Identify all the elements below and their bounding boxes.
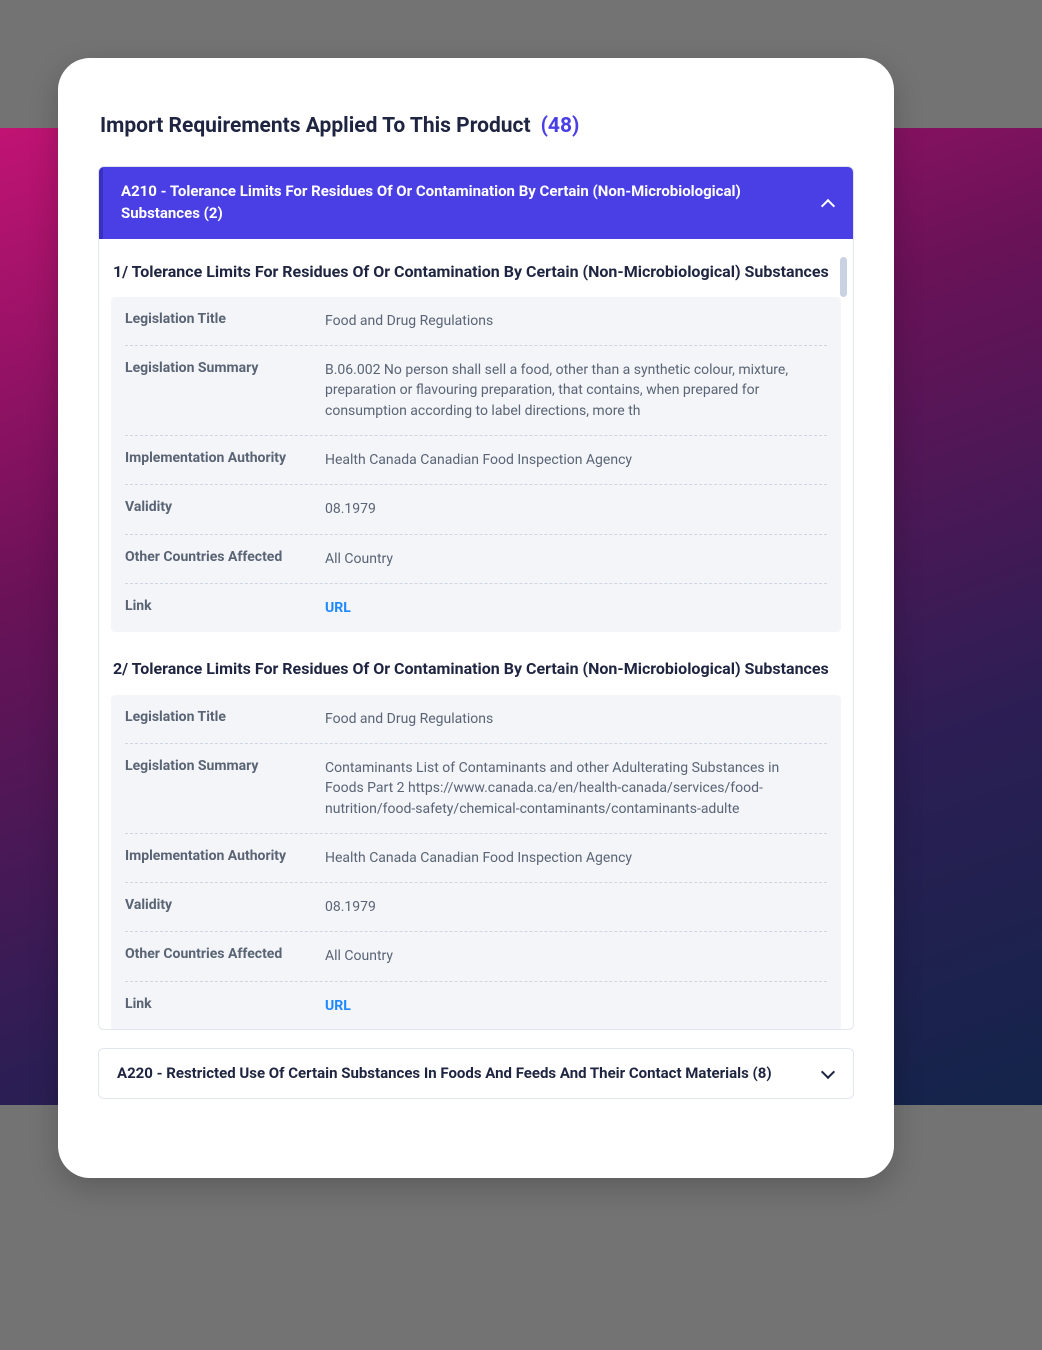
detail-row-other-countries: Other Countries Affected All Country bbox=[125, 932, 827, 981]
dialog-title-row: Import Requirements Applied To This Prod… bbox=[98, 114, 854, 138]
detail-value: URL bbox=[325, 598, 827, 618]
requirement-item-title: 2/ Tolerance Limits For Residues Of Or C… bbox=[111, 652, 841, 694]
detail-row-legislation-title: Legislation Title Food and Drug Regulati… bbox=[125, 297, 827, 346]
detail-label: Legislation Title bbox=[125, 311, 325, 331]
detail-value: Food and Drug Regulations bbox=[325, 311, 827, 331]
detail-row-legislation-title: Legislation Title Food and Drug Regulati… bbox=[125, 695, 827, 744]
detail-row-legislation-summary: Legislation Summary Contaminants List of… bbox=[125, 744, 827, 834]
detail-value: URL bbox=[325, 996, 827, 1016]
requirement-item: 2/ Tolerance Limits For Residues Of Or C… bbox=[99, 636, 853, 1028]
detail-value: All Country bbox=[325, 946, 827, 966]
detail-label: Implementation Authority bbox=[125, 450, 325, 470]
requirement-count-badge: (48) bbox=[541, 114, 580, 138]
accordion-panel-a220: A220 - Restricted Use Of Certain Substan… bbox=[98, 1048, 854, 1100]
detail-row-link: Link URL bbox=[125, 982, 827, 1029]
detail-label: Link bbox=[125, 996, 325, 1016]
detail-row-validity: Validity 08.1979 bbox=[125, 485, 827, 534]
detail-row-link: Link URL bbox=[125, 584, 827, 632]
detail-row-implementation-authority: Implementation Authority Health Canada C… bbox=[125, 436, 827, 485]
detail-row-validity: Validity 08.1979 bbox=[125, 883, 827, 932]
detail-table: Legislation Title Food and Drug Regulati… bbox=[111, 695, 841, 1029]
detail-value: Health Canada Canadian Food Inspection A… bbox=[325, 450, 827, 470]
detail-label: Validity bbox=[125, 897, 325, 917]
detail-label: Other Countries Affected bbox=[125, 549, 325, 569]
url-link[interactable]: URL bbox=[325, 600, 351, 616]
accordion-header-a220[interactable]: A220 - Restricted Use Of Certain Substan… bbox=[99, 1049, 853, 1099]
detail-label: Link bbox=[125, 598, 325, 618]
requirement-item-title: 1/ Tolerance Limits For Residues Of Or C… bbox=[111, 255, 841, 297]
chevron-down-icon bbox=[821, 1066, 835, 1080]
accordion-header-label: A220 - Restricted Use Of Certain Substan… bbox=[117, 1063, 772, 1085]
detail-label: Legislation Title bbox=[125, 709, 325, 729]
requirement-item: 1/ Tolerance Limits For Residues Of Or C… bbox=[99, 239, 853, 637]
detail-label: Implementation Authority bbox=[125, 848, 325, 868]
detail-value: All Country bbox=[325, 549, 827, 569]
detail-value: Food and Drug Regulations bbox=[325, 709, 827, 729]
accordion-panel-a210: A210 - Tolerance Limits For Residues Of … bbox=[98, 166, 854, 1030]
detail-label: Validity bbox=[125, 499, 325, 519]
detail-value: Health Canada Canadian Food Inspection A… bbox=[325, 848, 827, 868]
detail-row-implementation-authority: Implementation Authority Health Canada C… bbox=[125, 834, 827, 883]
detail-label: Legislation Summary bbox=[125, 758, 325, 819]
page-backdrop: Import Requirements Applied To This Prod… bbox=[0, 0, 1042, 1350]
dialog-title: Import Requirements Applied To This Prod… bbox=[100, 114, 531, 138]
accordion-header-label: A210 - Tolerance Limits For Residues Of … bbox=[121, 181, 791, 225]
accordion-container: A210 - Tolerance Limits For Residues Of … bbox=[98, 166, 854, 1138]
detail-row-other-countries: Other Countries Affected All Country bbox=[125, 535, 827, 584]
detail-label: Other Countries Affected bbox=[125, 946, 325, 966]
url-link[interactable]: URL bbox=[325, 998, 351, 1014]
detail-table: Legislation Title Food and Drug Regulati… bbox=[111, 297, 841, 632]
accordion-header-a210[interactable]: A210 - Tolerance Limits For Residues Of … bbox=[99, 167, 853, 239]
accordion-body-a210[interactable]: 1/ Tolerance Limits For Residues Of Or C… bbox=[99, 239, 853, 1029]
chevron-up-icon bbox=[821, 196, 835, 210]
dialog: Import Requirements Applied To This Prod… bbox=[58, 58, 894, 1178]
inner-scrollbar-thumb[interactable] bbox=[840, 257, 847, 297]
detail-value: 08.1979 bbox=[325, 897, 827, 917]
detail-value: Contaminants List of Contaminants and ot… bbox=[325, 758, 827, 819]
detail-value: 08.1979 bbox=[325, 499, 827, 519]
detail-label: Legislation Summary bbox=[125, 360, 325, 421]
detail-value: B.06.002 No person shall sell a food, ot… bbox=[325, 360, 827, 421]
detail-row-legislation-summary: Legislation Summary B.06.002 No person s… bbox=[125, 346, 827, 436]
